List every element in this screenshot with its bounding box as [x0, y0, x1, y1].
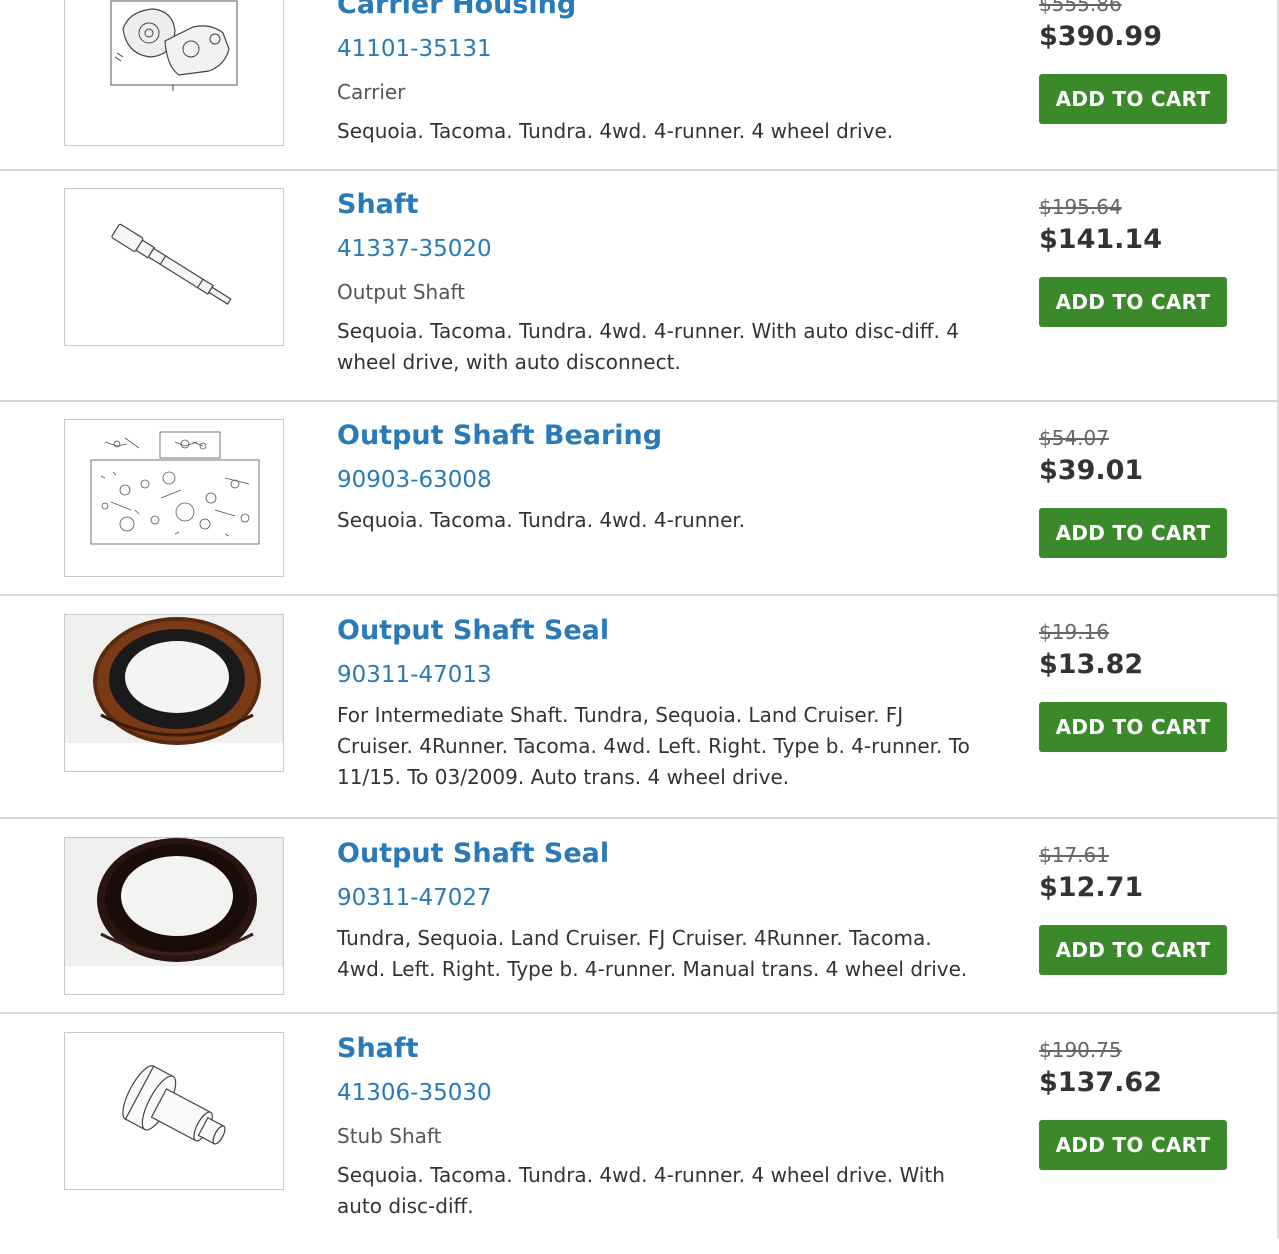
msrp-price: $190.75: [1039, 1038, 1122, 1062]
part-number-link[interactable]: 90903-63008: [337, 465, 977, 495]
part-number-link[interactable]: 90311-47027: [337, 883, 977, 913]
product-image[interactable]: [64, 1032, 284, 1190]
product-title[interactable]: Carrier Housing: [337, 0, 977, 22]
add-to-cart-button[interactable]: ADD TO CART: [1039, 508, 1227, 558]
add-to-cart-button[interactable]: ADD TO CART: [1039, 74, 1227, 124]
product-title[interactable]: Shaft: [337, 188, 977, 222]
carrier-housing-icon: [110, 0, 238, 91]
part-number-link[interactable]: 41101-35131: [337, 34, 977, 64]
product-image[interactable]: [64, 837, 284, 995]
product-description: For Intermediate Shaft. Tundra, Sequoia.…: [337, 703, 970, 789]
msrp-price: $195.64: [1039, 195, 1122, 219]
part-number-link[interactable]: 90311-47013: [337, 660, 977, 690]
msrp-price: $19.16: [1039, 620, 1109, 644]
product-title[interactable]: Output Shaft Bearing: [337, 419, 977, 453]
product-image[interactable]: [64, 614, 284, 772]
sale-price: $390.99: [1039, 21, 1162, 52]
msrp-price: $54.07: [1039, 426, 1109, 450]
sale-price: $39.01: [1039, 455, 1144, 486]
output-shaft-icon: [111, 223, 232, 305]
product-description: Sequoia. Tacoma. Tundra. 4wd. 4-runner. …: [337, 319, 959, 374]
add-to-cart-button[interactable]: ADD TO CART: [1039, 1120, 1227, 1170]
product-title[interactable]: Shaft: [337, 1032, 977, 1066]
product-row: Output Shaft Seal 90311-47013 For Interm…: [0, 596, 1279, 819]
product-subtitle: Stub Shaft: [337, 1124, 442, 1148]
product-description: Sequoia. Tacoma. Tundra. 4wd. 4-runner.: [337, 508, 746, 532]
sale-price: $13.82: [1039, 649, 1144, 680]
add-to-cart-button[interactable]: ADD TO CART: [1039, 702, 1227, 752]
product-image[interactable]: [64, 419, 284, 577]
part-number-link[interactable]: 41306-35030: [337, 1078, 977, 1108]
part-number-link[interactable]: 41337-35020: [337, 234, 977, 264]
product-subtitle: Output Shaft: [337, 280, 465, 304]
product-row: Carrier Housing 41101-35131 Carrier Sequ…: [0, 0, 1279, 171]
product-title[interactable]: Output Shaft Seal: [337, 837, 977, 871]
product-row: Output Shaft Seal 90311-47027 Tundra, Se…: [0, 819, 1279, 1014]
sale-price: $12.71: [1039, 872, 1144, 903]
oil-seal-icon: [65, 615, 283, 745]
msrp-price: $555.86: [1039, 0, 1122, 16]
add-to-cart-button[interactable]: ADD TO CART: [1039, 277, 1227, 327]
product-row: Output Shaft Bearing 90903-63008 Sequoia…: [0, 402, 1279, 596]
product-image[interactable]: [64, 188, 284, 346]
exploded-parts-icon: [90, 431, 260, 545]
sale-price: $137.62: [1039, 1067, 1162, 1098]
product-description: Tundra, Sequoia. Land Cruiser. FJ Cruise…: [337, 926, 968, 981]
product-row: Shaft 41337-35020 Output Shaft Sequoia. …: [0, 171, 1279, 402]
product-row: Shaft 41306-35030 Stub Shaft Sequoia. Ta…: [0, 1014, 1279, 1254]
sale-price: $141.14: [1039, 224, 1162, 255]
product-image[interactable]: [64, 0, 284, 146]
product-subtitle: Carrier: [337, 80, 406, 104]
stub-shaft-icon: [122, 1065, 226, 1145]
msrp-price: $17.61: [1039, 843, 1109, 867]
product-description: Sequoia. Tacoma. Tundra. 4wd. 4-runner. …: [337, 1163, 945, 1218]
product-description: Sequoia. Tacoma. Tundra. 4wd. 4-runner. …: [337, 119, 894, 143]
add-to-cart-button[interactable]: ADD TO CART: [1039, 925, 1227, 975]
product-title[interactable]: Output Shaft Seal: [337, 614, 977, 648]
oil-seal-icon: [65, 838, 283, 966]
